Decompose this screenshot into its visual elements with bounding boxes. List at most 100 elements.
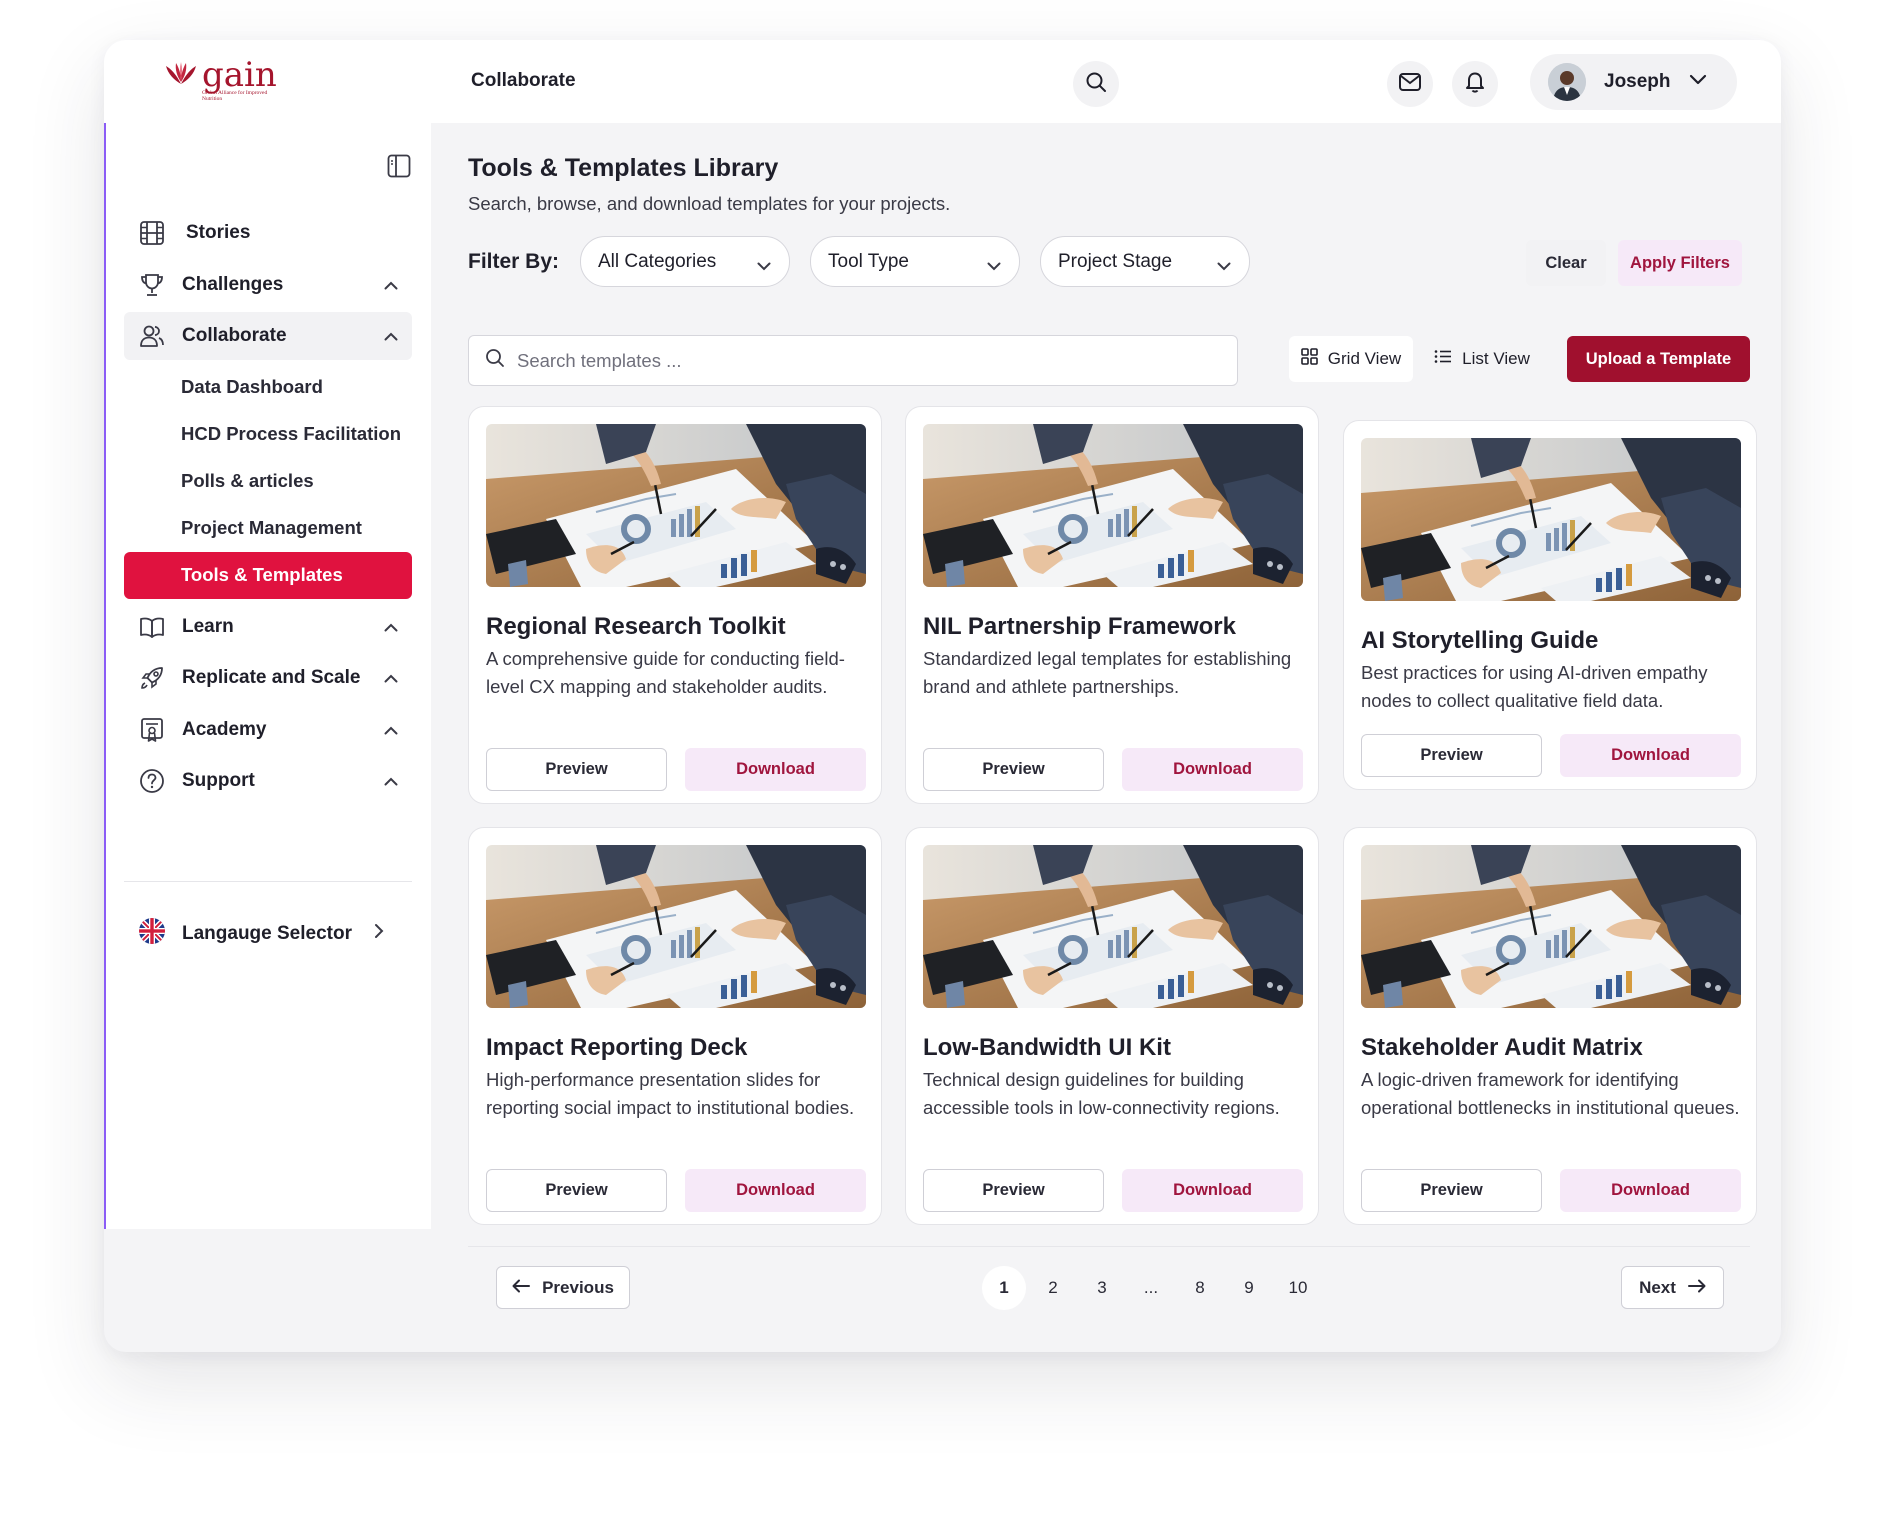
tool-type-filter-select[interactable]: Tool Type <box>810 236 1020 287</box>
chevron-up-icon <box>384 722 398 740</box>
brand-logo[interactable]: gain Global Alliance for Improved Nutrit… <box>164 55 277 102</box>
sidebar-collapse-icon[interactable] <box>387 154 411 183</box>
template-card: Impact Reporting Deck High-performance p… <box>468 827 882 1225</box>
download-button[interactable]: Download <box>1560 1169 1741 1212</box>
sidebar-subitem-hcd-process[interactable]: HCD Process Facilitation <box>124 411 412 458</box>
select-value: Project Stage <box>1058 250 1173 272</box>
template-card: Stakeholder Audit Matrix A logic-driven … <box>1343 827 1757 1225</box>
user-menu[interactable]: Joseph <box>1530 54 1737 110</box>
previous-page-button[interactable]: Previous <box>496 1266 630 1309</box>
list-icon <box>1434 349 1452 369</box>
sidebar-item-stories[interactable]: Stories <box>124 209 412 257</box>
filter-label: Filter By: <box>468 250 560 273</box>
download-button[interactable]: Download <box>685 748 866 791</box>
template-title: Stakeholder Audit Matrix <box>1361 1034 1643 1061</box>
sidebar-subitem-polls-articles[interactable]: Polls & articles <box>124 458 412 505</box>
template-title: Regional Research Toolkit <box>486 613 786 640</box>
notifications-button[interactable] <box>1452 61 1498 107</box>
page-number-10[interactable]: 10 <box>1276 1266 1320 1310</box>
messages-button[interactable] <box>1387 61 1433 107</box>
template-description: Best practices for using AI-driven empat… <box>1361 662 1708 711</box>
page-number-8[interactable]: 8 <box>1178 1266 1222 1310</box>
preview-button[interactable]: Preview <box>486 748 667 791</box>
select-value: Tool Type <box>828 250 909 272</box>
apply-filters-button[interactable]: Apply Filters <box>1618 240 1742 286</box>
sidebar-subitem-project-management[interactable]: Project Management <box>124 505 412 552</box>
language-selector[interactable]: Langauge Selector <box>138 917 384 950</box>
search-icon <box>485 348 505 373</box>
chevron-down-icon <box>1217 255 1231 277</box>
next-page-button[interactable]: Next <box>1621 1266 1724 1309</box>
select-value: All Categories <box>598 250 717 272</box>
previous-page-label: Previous <box>542 1277 614 1297</box>
sidebar-item-support[interactable]: Support <box>124 757 412 805</box>
language-selector-label: Langauge Selector <box>182 922 352 944</box>
user-name: Joseph <box>1604 71 1671 92</box>
grid-icon <box>1300 348 1318 370</box>
search-button[interactable] <box>1073 61 1119 107</box>
list-view-button[interactable]: List View <box>1422 336 1542 382</box>
pagination-divider <box>468 1246 1750 1247</box>
clear-filters-button[interactable]: Clear <box>1526 240 1606 286</box>
download-button[interactable]: Download <box>685 1169 866 1212</box>
search-input[interactable] <box>517 349 1197 372</box>
preview-button[interactable]: Preview <box>923 1169 1104 1212</box>
sidebar-subitem-tools-templates[interactable]: Tools & Templates <box>124 551 412 599</box>
trophy-icon <box>138 271 166 299</box>
preview-button[interactable]: Preview <box>923 748 1104 791</box>
category-filter-select[interactable]: All Categories <box>580 236 790 287</box>
uk-flag-icon <box>138 917 166 950</box>
list-view-label: List View <box>1462 349 1530 368</box>
rocket-icon <box>138 664 166 692</box>
template-card: Low-Bandwidth UI Kit Technical design gu… <box>905 827 1319 1225</box>
grid-view-button[interactable]: Grid View <box>1289 336 1413 382</box>
brand-name: gain <box>202 55 277 95</box>
chevron-down-icon <box>1689 73 1707 91</box>
download-button[interactable]: Download <box>1560 734 1741 777</box>
chevron-up-icon <box>384 773 398 791</box>
upload-template-button[interactable]: Upload a Template <box>1567 336 1750 382</box>
template-card: NIL Partnership Framework Standardized l… <box>905 406 1319 804</box>
film-icon <box>138 219 166 247</box>
page-subtitle: Search, browse, and download templates f… <box>468 193 951 214</box>
sidebar-divider <box>124 881 412 882</box>
page-title: Tools & Templates Library <box>468 154 779 182</box>
template-description: A comprehensive guide for conducting fie… <box>486 648 845 697</box>
help-circle-icon <box>138 767 166 795</box>
chevron-up-icon <box>384 277 398 295</box>
sidebar-item-collaborate[interactable]: Collaborate <box>124 312 412 360</box>
sidebar-item-challenges[interactable]: Challenges <box>124 261 412 309</box>
chevron-up-icon <box>384 328 398 346</box>
arrow-left-icon <box>512 1278 531 1298</box>
next-page-label: Next <box>1639 1277 1676 1297</box>
template-description: High-performance presentation slides for… <box>486 1069 855 1118</box>
project-stage-filter-select[interactable]: Project Stage <box>1040 236 1250 287</box>
sidebar-item-label: Replicate and Scale <box>182 667 361 688</box>
search-icon <box>1085 71 1107 98</box>
template-thumbnail <box>486 424 866 587</box>
chevron-down-icon <box>757 255 771 277</box>
page-number-2[interactable]: 2 <box>1031 1266 1075 1310</box>
preview-button[interactable]: Preview <box>486 1169 667 1212</box>
sidebar-item-replicate-scale[interactable]: Replicate and Scale <box>124 654 412 702</box>
download-button[interactable]: Download <box>1122 1169 1303 1212</box>
sidebar-nav: Stories Challenges Collaborate Data Dash… <box>124 209 412 809</box>
page-number-1[interactable]: 1 <box>982 1266 1026 1310</box>
template-title: Low-Bandwidth UI Kit <box>923 1034 1171 1061</box>
certificate-icon <box>138 716 166 744</box>
template-thumbnail <box>923 845 1303 1008</box>
sidebar-item-academy[interactable]: Academy <box>124 706 412 754</box>
chevron-down-icon <box>987 255 1001 277</box>
sidebar: Stories Challenges Collaborate Data Dash… <box>104 123 431 1229</box>
page-number-9[interactable]: 9 <box>1227 1266 1271 1310</box>
arrow-right-icon <box>1687 1278 1706 1298</box>
preview-button[interactable]: Preview <box>1361 734 1542 777</box>
download-button[interactable]: Download <box>1122 748 1303 791</box>
chevron-up-icon <box>384 670 398 688</box>
sidebar-subitem-data-dashboard[interactable]: Data Dashboard <box>124 364 412 411</box>
sidebar-item-learn[interactable]: Learn <box>124 603 412 651</box>
page-number-3[interactable]: 3 <box>1080 1266 1124 1310</box>
chevron-up-icon <box>384 619 398 637</box>
template-title: Impact Reporting Deck <box>486 1034 748 1061</box>
preview-button[interactable]: Preview <box>1361 1169 1542 1212</box>
